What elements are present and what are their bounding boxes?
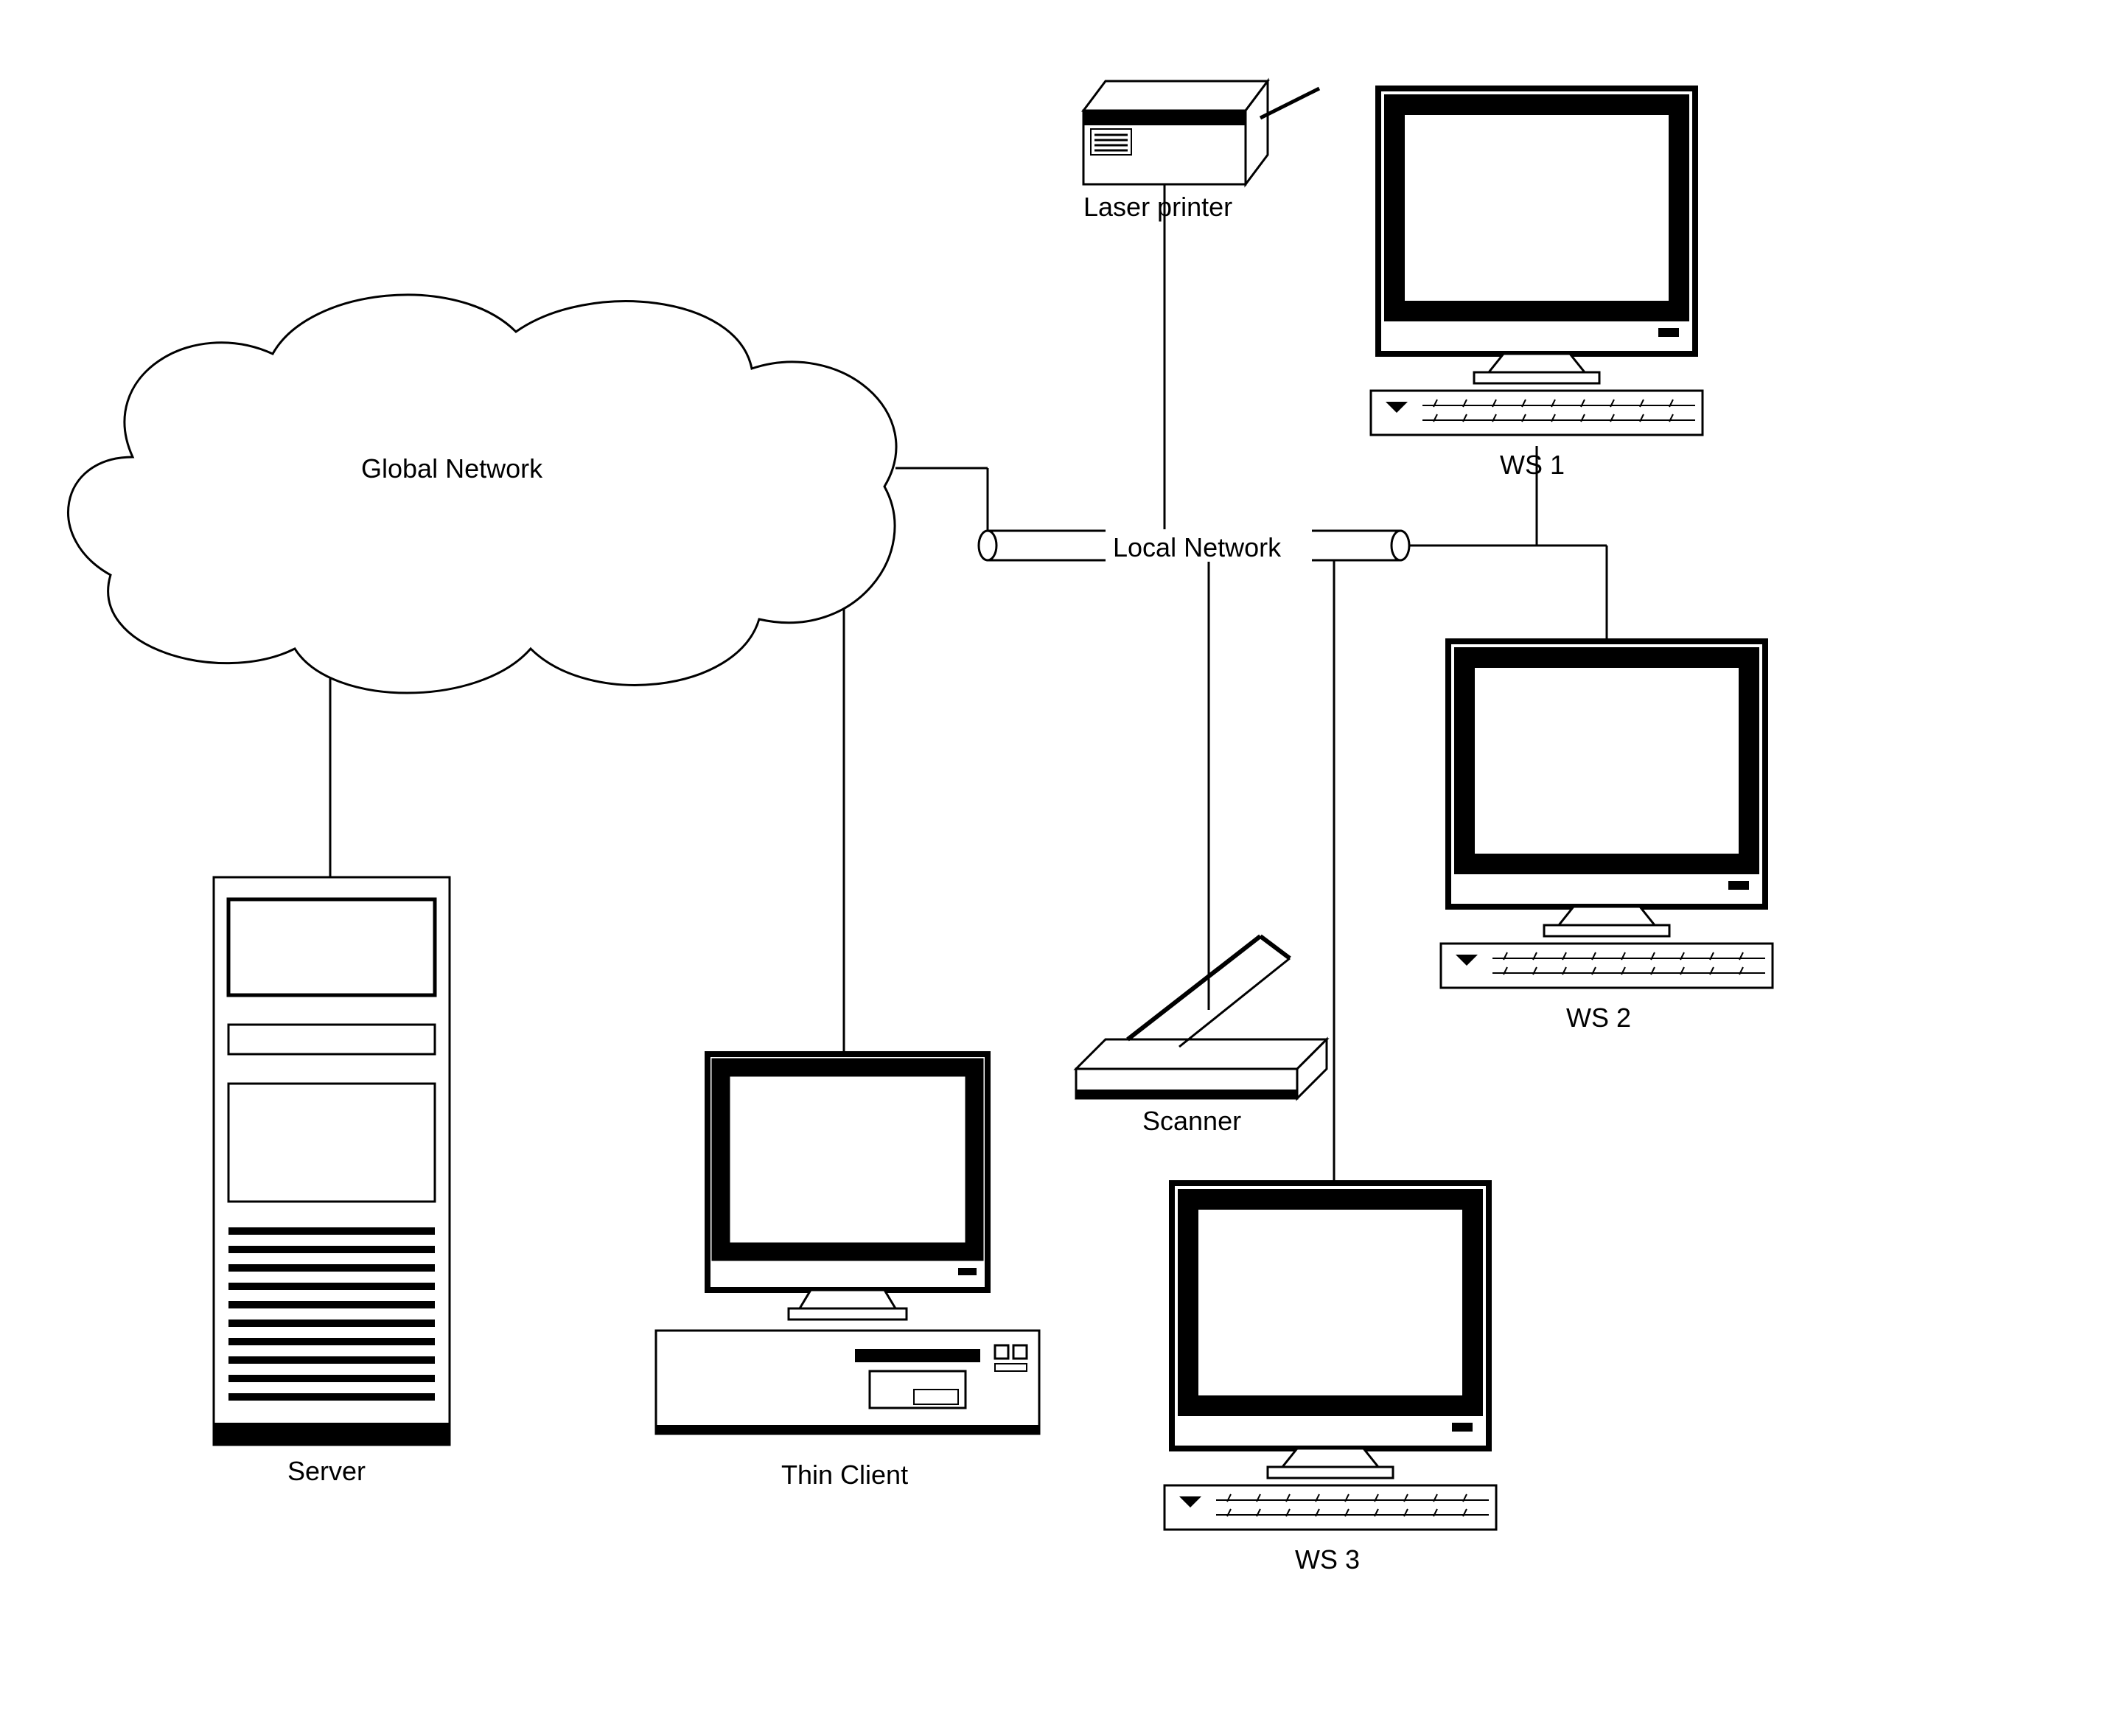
- ws3-label: WS 3: [1295, 1544, 1360, 1575]
- global-network-cloud: [69, 295, 896, 693]
- thin-client-icon: [656, 1054, 1039, 1434]
- ws3-icon: [1165, 1183, 1496, 1530]
- local-network-label: Local Network: [1113, 532, 1281, 563]
- thin-client-label: Thin Client: [781, 1460, 908, 1491]
- scanner-icon: [1076, 936, 1327, 1098]
- scanner-label: Scanner: [1142, 1106, 1241, 1137]
- server-icon: [214, 877, 450, 1445]
- ws2-icon: [1441, 641, 1773, 988]
- laser-printer-icon: [1083, 81, 1319, 184]
- global-network-label: Global Network: [361, 453, 542, 484]
- printer-label: Laser printer: [1083, 192, 1232, 223]
- ws2-label: WS 2: [1566, 1003, 1631, 1033]
- server-label: Server: [287, 1456, 366, 1487]
- network-diagram: Global Network Local Network Laser print…: [0, 0, 2116, 1736]
- ws1-icon: [1371, 88, 1703, 435]
- ws1-label: WS 1: [1500, 450, 1565, 481]
